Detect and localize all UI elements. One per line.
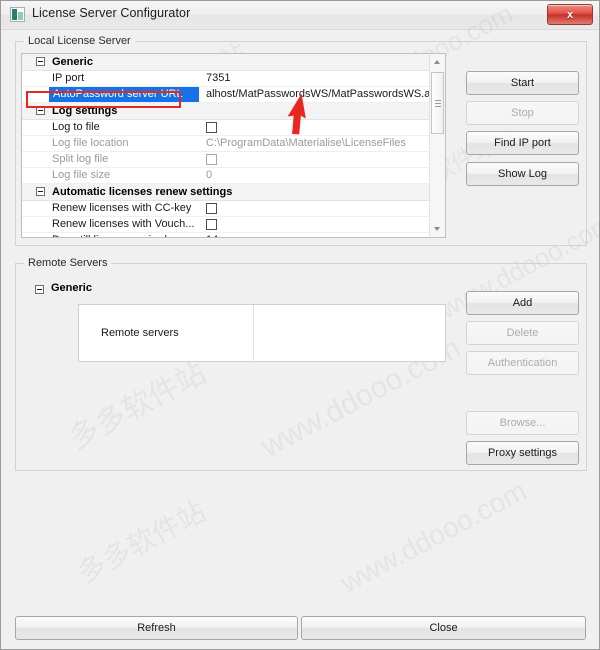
- property-name: Log to file: [52, 121, 100, 133]
- property-value[interactable]: 14: [206, 233, 218, 237]
- remote-servers-legend: Remote Servers: [24, 257, 112, 269]
- start-button[interactable]: Start: [466, 71, 579, 95]
- property-checkbox[interactable]: [206, 203, 217, 214]
- property-name: IP port: [52, 72, 85, 84]
- property-row[interactable]: Log to file: [22, 120, 445, 136]
- remote-servers-grid[interactable]: Remote servers: [78, 304, 446, 362]
- property-row[interactable]: Log file location C:\ProgramData\Material…: [22, 136, 445, 152]
- find-ip-port-button[interactable]: Find IP port: [466, 131, 579, 155]
- license-server-configurator-window: License Server Configurator x 多多软件站 www.…: [0, 0, 600, 650]
- property-category-row[interactable]: Generic: [22, 54, 445, 71]
- watermark: www.ddooo.com: [335, 474, 532, 599]
- red-highlight-box: [26, 91, 181, 108]
- property-grid-rows: Generic IP port 7351 AutoPassword server UR…: [22, 54, 445, 237]
- remote-servers-category-row[interactable]: Generic: [21, 281, 446, 298]
- property-name: Renew licenses with CC-key: [52, 202, 192, 214]
- add-button[interactable]: Add: [466, 291, 579, 315]
- title-bar: License Server Configurator x: [1, 1, 599, 30]
- browse-button[interactable]: Browse...: [466, 411, 579, 435]
- property-checkbox[interactable]: [206, 154, 217, 165]
- collapse-icon[interactable]: [36, 187, 45, 196]
- property-name: Log file location: [52, 137, 129, 149]
- authentication-button[interactable]: Authentication: [466, 351, 579, 375]
- red-pointer-arrow: [287, 93, 306, 135]
- property-checkbox[interactable]: [206, 122, 217, 133]
- property-row[interactable]: Log file size 0: [22, 168, 445, 184]
- property-value[interactable]: 7351: [206, 71, 230, 86]
- remote-servers-row-label: Remote servers: [101, 327, 179, 339]
- property-category-row[interactable]: Automatic licenses renew settings: [22, 184, 445, 201]
- property-name: Days till license expired: [52, 233, 167, 237]
- local-license-server-property-grid[interactable]: Generic IP port 7351 AutoPassword server UR…: [21, 53, 446, 238]
- close-icon[interactable]: x: [547, 4, 593, 25]
- proxy-settings-button[interactable]: Proxy settings: [466, 441, 579, 465]
- close-button[interactable]: Close: [301, 616, 586, 640]
- property-row[interactable]: Split log file: [22, 152, 445, 168]
- refresh-button[interactable]: Refresh: [15, 616, 298, 640]
- property-value[interactable]: 0: [206, 168, 212, 183]
- stop-button[interactable]: Stop: [466, 101, 579, 125]
- property-row[interactable]: IP port 7351: [22, 71, 445, 87]
- local-license-server-legend: Local License Server: [24, 35, 135, 47]
- collapse-icon[interactable]: [35, 285, 44, 294]
- show-log-button[interactable]: Show Log: [466, 162, 579, 186]
- scroll-up-arrow[interactable]: [430, 54, 445, 70]
- property-name: Split log file: [52, 153, 109, 165]
- property-name: Renew licenses with Vouch...: [52, 218, 195, 230]
- property-row[interactable]: Renew licenses with Vouch...: [22, 217, 445, 233]
- scroll-thumb[interactable]: [431, 72, 444, 134]
- property-row[interactable]: Renew licenses with CC-key: [22, 201, 445, 217]
- page-title: License Server Configurator: [32, 6, 191, 20]
- property-checkbox[interactable]: [206, 219, 217, 230]
- property-grid-scrollbar[interactable]: [429, 54, 445, 237]
- property-category-label: Generic: [52, 56, 93, 68]
- remote-category-label: Generic: [51, 282, 92, 294]
- property-category-label: Automatic licenses renew settings: [52, 186, 233, 198]
- collapse-icon[interactable]: [36, 57, 45, 66]
- delete-button[interactable]: Delete: [466, 321, 579, 345]
- scroll-down-arrow[interactable]: [430, 221, 445, 237]
- property-name: Log file size: [52, 169, 111, 181]
- app-window-icon: [10, 7, 25, 22]
- watermark: 多多软件站: [72, 495, 211, 589]
- property-row[interactable]: Days till license expired 14: [22, 233, 445, 237]
- remote-grid-splitter[interactable]: [253, 305, 254, 361]
